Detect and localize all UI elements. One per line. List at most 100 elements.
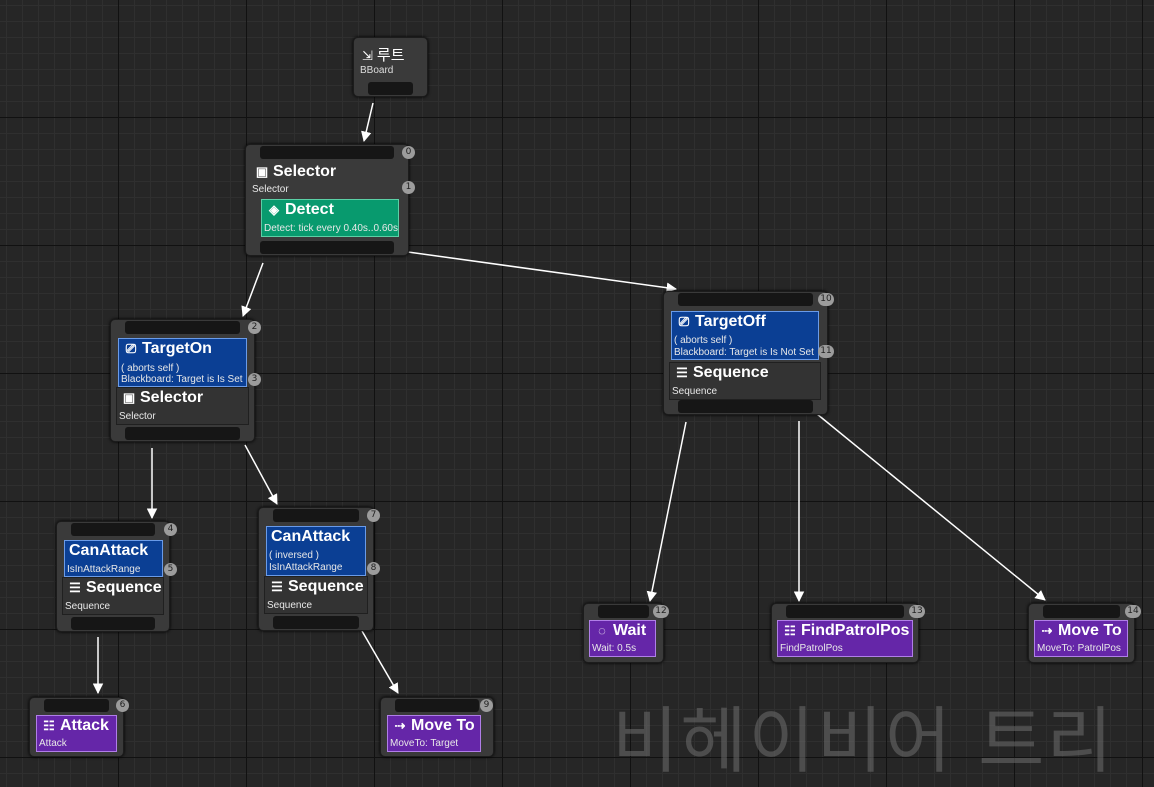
node-title: Selector [273,163,337,180]
service-icon: ◈ [269,202,279,217]
execution-index-badge: 7 [367,509,380,522]
sequence-icon: ☰ [676,365,688,380]
service-box-detect[interactable]: ◈ Detect Detect: tick every 0.40s..0.60s [261,199,399,237]
edge-targetoff-wait [646,421,687,603]
composite-box[interactable]: ☰ Sequence Sequence [62,577,164,615]
sequence-node-8[interactable]: 7 CanAttack ( inversed ) IsInAttackRange… [258,507,380,631]
sequence-icon: ☰ [271,579,283,594]
graph-type-watermark: 비헤이비어 트리 [612,699,1115,783]
input-pin[interactable] [71,523,155,536]
task-subtitle: Wait: 0.5s [592,643,637,654]
task-box[interactable]: ☷ FindPatrolPos FindPatrolPos [777,620,913,657]
output-pin[interactable] [273,616,359,629]
task-subtitle: MoveTo: Target [390,738,459,749]
input-pin[interactable] [260,146,394,159]
node-title: Selector [140,389,204,406]
composite-box[interactable]: ☰ Sequence Sequence [264,576,368,614]
wait-icon: ◌ [598,623,606,638]
selector-node-0[interactable]: 0 ▣ Selector Selector 1 ◈ Detect Detect: t… [245,144,415,256]
root-node[interactable]: ⇲ 루트 BBoard [353,37,428,97]
decorator-title: CanAttack [271,528,351,545]
sequence-node-11[interactable]: 10 ⎚ TargetOff ( aborts self ) Blackboard… [663,291,834,415]
decorator-box-canattack-inversed[interactable]: CanAttack ( inversed ) IsInAttackRange [266,526,366,576]
input-pin[interactable] [273,509,359,522]
task-box[interactable]: ☷ Attack Attack [36,715,117,752]
selector-icon: ▣ [255,164,269,179]
node-subtitle: Selector [119,411,156,422]
composite-box[interactable]: ▣ Selector Selector [250,162,400,196]
input-pin[interactable] [125,321,240,334]
decorator-title: CanAttack [69,542,149,559]
node-title: Sequence [693,364,769,381]
execution-index-badge: 13 [909,605,925,618]
decorator-condition: Blackboard: Target is Is Not Set [674,347,814,358]
decorator-box-targeton[interactable]: ⎚ TargetOn ( aborts self ) Blackboard: Ta… [118,338,247,387]
input-pin[interactable] [395,699,479,712]
input-pin[interactable] [44,699,109,712]
node-title: Sequence [86,579,162,596]
input-pin[interactable] [678,293,813,306]
execution-index-badge: 5 [164,563,177,576]
input-pin[interactable] [1043,605,1120,618]
task-title: Attack [60,717,109,734]
decorator-abort-mode: ( aborts self ) [674,335,733,346]
moveto-icon: ⇢ [1041,623,1053,638]
task-title: Wait [613,622,647,639]
edge-sequence8-moveto [361,630,399,694]
node-title: Sequence [288,578,364,595]
task-box[interactable]: ⇢ Move To MoveTo: Target [387,715,481,752]
task-node-moveto-target[interactable]: 9 ⇢ Move To MoveTo: Target [380,697,494,757]
root-icon: ⇲ [362,48,373,63]
task-icon: ☷ [43,718,55,733]
root-output-pin[interactable] [368,82,413,95]
root-node-title: 루트 [376,47,405,64]
decorator-box-targetoff[interactable]: ⎚ TargetOff ( aborts self ) Blackboard: T… [671,311,819,360]
output-pin[interactable] [678,400,813,413]
decorator-icon: ⎚ [678,314,690,329]
task-title: FindPatrolPos [801,622,910,639]
decorator-condition: IsInAttackRange [67,564,141,575]
decorator-icon: ⎚ [125,341,137,356]
execution-index-badge: 8 [367,562,380,575]
sequence-node-5[interactable]: 4 CanAttack IsInAttackRange 5 ☰ Sequence … [56,521,177,632]
execution-index-badge: 10 [818,293,834,306]
edge-selector-targeton [241,262,264,317]
decorator-title: TargetOn [142,340,212,357]
composite-box[interactable]: ▣ Selector Selector [116,387,249,425]
output-pin[interactable] [260,241,394,254]
execution-index-badge: 6 [116,699,129,712]
execution-index-badge: 3 [248,373,261,386]
task-node-findpatrolpos[interactable]: 13 ☷ FindPatrolPos FindPatrolPos [771,603,925,663]
task-box[interactable]: ◌ Wait Wait: 0.5s [589,620,656,657]
task-subtitle: FindPatrolPos [780,643,843,654]
execution-index-badge: 14 [1125,605,1141,618]
edge-targetoff-moveto [816,413,1046,601]
decorator-box-canattack[interactable]: CanAttack IsInAttackRange [64,540,163,577]
task-box[interactable]: ⇢ Move To MoveTo: PatrolPos [1034,620,1128,657]
edge-root-selector [361,102,374,143]
task-icon: ☷ [784,623,796,638]
output-pin[interactable] [71,617,155,630]
service-subtitle: Detect: tick every 0.40s..0.60s [264,223,398,234]
task-node-attack[interactable]: 6 ☷ Attack Attack [29,697,129,757]
decorator-modifier: ( inversed ) [269,550,320,561]
composite-box[interactable]: ☰ Sequence Sequence [669,362,821,400]
node-subtitle: Sequence [65,601,111,612]
input-pin[interactable] [598,605,649,618]
decorator-title: TargetOff [695,313,766,330]
service-title: Detect [285,201,334,218]
node-subtitle: Sequence [267,600,313,611]
execution-index-badge: 4 [164,523,177,536]
input-pin[interactable] [786,605,904,618]
selector-node-3[interactable]: 2 ⎚ TargetOn ( aborts self ) Blackboard: … [110,319,261,442]
execution-index-badge: 2 [248,321,261,334]
decorator-condition: Blackboard: Target is Is Set [121,374,243,385]
task-node-moveto-patrolpos[interactable]: 14 ⇢ Move To MoveTo: PatrolPos [1028,603,1141,663]
moveto-icon: ⇢ [394,718,406,733]
task-title: Move To [411,717,475,734]
task-node-wait[interactable]: 12 ◌ Wait Wait: 0.5s [583,603,669,663]
output-pin[interactable] [125,427,240,440]
node-subtitle: Selector [252,184,289,195]
node-subtitle: Sequence [672,386,718,397]
selector-icon: ▣ [122,390,136,405]
